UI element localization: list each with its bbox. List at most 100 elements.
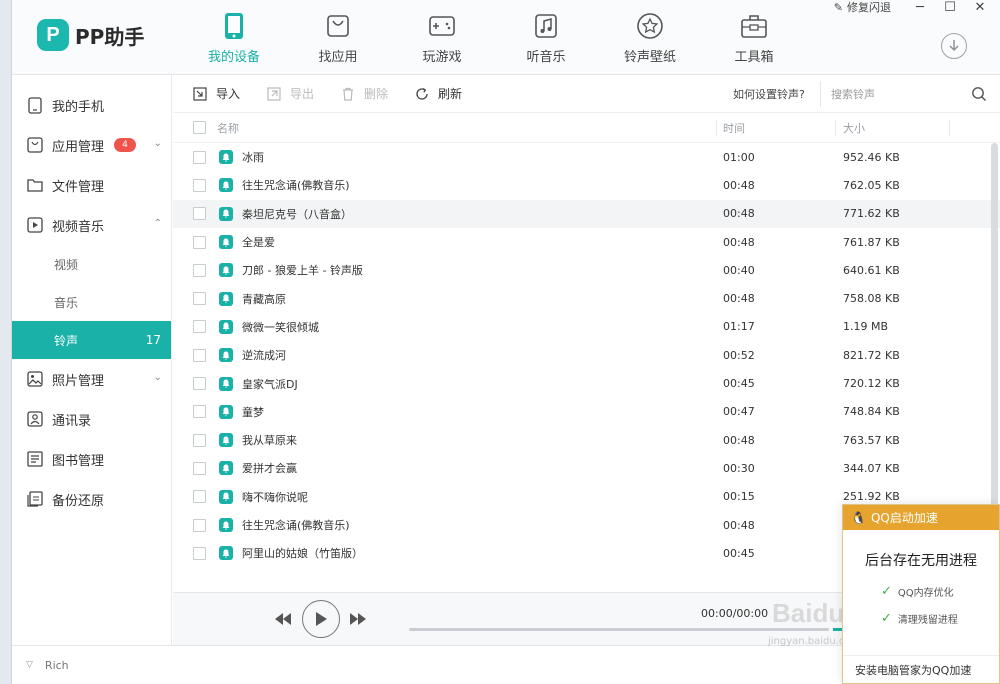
sidebar-item-video-music[interactable]: 视频音乐 ⌃ [12,205,171,245]
bell-icon [219,348,233,363]
table-row[interactable]: 往生咒念诵(佛教音乐) 00:48 762.05 KB [173,171,1000,199]
qq-popup-line-label: 清理残留进程 [897,615,958,626]
ringtone-time: 00:40 [723,263,755,277]
ringtone-size: 1.19 MB [843,320,889,334]
bell-icon [219,178,233,193]
nav-find-apps[interactable]: 找应用 [286,0,390,75]
row-checkbox[interactable] [192,490,206,504]
chevron-down-icon[interactable]: ⌄ [154,138,162,149]
nav-games[interactable]: 玩游戏 [390,0,494,75]
table-row[interactable]: 刀郎 - 狼爱上羊 - 铃声版 00:40 640.61 KB [173,256,1000,284]
sidebar-item-book-management[interactable]: 图书管理 [12,439,171,479]
chevron-down-icon[interactable]: ⌄ [154,372,162,383]
ringtone-time: 00:52 [723,348,755,362]
row-checkbox[interactable] [192,320,206,334]
table-row[interactable]: 微微一笑很倾城 01:17 1.19 MB [173,313,1000,341]
sidebar: 我的手机 应用管理 4 ⌄ 文件管理 视频音乐 ⌃ 视频 音乐 铃声 17 照片… [12,75,172,645]
row-checkbox[interactable] [192,546,206,560]
how-to-set-ringtone-link[interactable]: 如何设置铃声? [733,86,805,102]
nav-toolbox[interactable]: 工具箱 [702,0,806,75]
baidu-watermark: Baidu [772,598,845,628]
bell-icon [219,235,233,250]
column-divider [835,120,836,136]
sidebar-subitem-video[interactable]: 视频 [12,245,171,283]
sidebar-item-label: 照片管理 [52,373,105,389]
row-checkbox[interactable] [192,405,206,419]
table-row[interactable]: 青藏高原 00:48 758.08 KB [173,284,1000,312]
ringtone-name: 微微一笑很倾城 [242,320,319,334]
search-icon[interactable] [971,86,987,105]
sidebar-item-app-management[interactable]: 应用管理 4 ⌄ [12,125,171,165]
sidebar-subitem-label: 音乐 [54,295,79,310]
nav-ringtones-wallpapers[interactable]: 铃声壁纸 [598,0,702,75]
row-checkbox[interactable] [192,235,206,249]
sidebar-subitem-ringtones[interactable]: 铃声 17 [12,321,171,359]
close-button[interactable]: ✕ [965,0,995,15]
table-row[interactable]: 童梦 00:47 748.84 KB [173,398,1000,426]
bell-icon [219,263,233,278]
table-row[interactable]: 全是爱 00:48 761.87 KB [173,228,1000,256]
ringtone-size: 344.07 KB [843,461,900,475]
play-button[interactable] [302,600,340,638]
sidebar-item-backup-restore[interactable]: 备份还原 [12,479,171,519]
table-row[interactable]: 爱拼才会赢 00:30 344.07 KB [173,454,1000,482]
sidebar-item-photo-management[interactable]: 照片管理 ⌄ [12,359,171,399]
table-row[interactable]: 逆流成河 00:52 821.72 KB [173,341,1000,369]
header: P PP助手 我的设备 找应用 玩游戏 听音乐 铃声壁纸 工具箱 ✎ 修复闪退 … [12,0,1000,75]
caret-down-icon[interactable]: ▽ [26,660,33,670]
ringtone-name: 阿里山的姑娘（竹笛版） [242,547,363,561]
row-checkbox[interactable] [192,178,206,192]
sidebar-item-contacts[interactable]: 通讯录 [12,399,171,439]
select-all-checkbox[interactable] [192,121,206,134]
row-checkbox[interactable] [192,433,206,447]
row-checkbox[interactable] [192,461,206,475]
sidebar-subitem-music[interactable]: 音乐 [12,283,171,321]
playback-time: 00:00/00:00 [701,607,769,620]
row-checkbox[interactable] [192,292,206,306]
check-icon: ✓ [881,584,892,599]
table-row[interactable]: 我从草原来 00:48 763.57 KB [173,426,1000,454]
next-track-button[interactable] [348,609,368,629]
play-icon [316,612,327,626]
column-header-time[interactable]: 时间 [715,120,835,136]
row-checkbox[interactable] [192,263,206,277]
search-input[interactable] [831,87,966,101]
nav-music[interactable]: 听音乐 [494,0,598,75]
toolbar: 导入 导出 删除 刷新 如何设置铃声? [173,75,1000,113]
contacts-icon [26,410,44,428]
export-icon [266,86,282,102]
row-checkbox[interactable] [192,348,206,362]
minimize-button[interactable]: ─ [905,0,935,15]
maximize-button[interactable]: ☐ [935,0,965,15]
refresh-icon [414,86,430,102]
download-manager-button[interactable] [941,33,967,59]
row-checkbox[interactable] [192,150,206,164]
column-header-size[interactable]: 大小 [835,120,975,136]
sidebar-item-label: 通讯录 [52,413,92,429]
row-checkbox[interactable] [192,377,206,391]
table-row[interactable]: 秦坦尼克号（八音盒） 00:48 771.62 KB [173,199,1000,228]
export-button[interactable]: 导出 [266,85,314,102]
import-button[interactable]: 导入 [192,85,240,102]
row-checkbox[interactable] [192,207,206,221]
sidebar-item-my-phone[interactable]: 我的手机 [12,85,171,125]
chevron-up-icon[interactable]: ⌃ [154,218,162,229]
column-header-name[interactable]: 名称 [217,120,715,136]
ringtone-name: 对不起您拨打的电话已停机 [242,574,374,575]
bag-icon [323,11,353,41]
refresh-button[interactable]: 刷新 [414,85,462,102]
previous-track-button[interactable] [273,609,293,629]
install-pc-manager-link[interactable]: 安装电脑管家为QQ加速 [843,655,999,683]
delete-button[interactable]: 删除 [340,85,388,102]
row-checkbox[interactable] [192,518,206,532]
sidebar-item-label: 视频音乐 [52,219,105,235]
progress-bar[interactable] [409,628,829,631]
ringtone-time: 00:45 [723,546,755,560]
repair-crash-button[interactable]: ✎ 修复闪退 [834,0,891,15]
nav-my-device[interactable]: 我的设备 [182,0,286,75]
ringtone-time: 00:45 [723,377,755,391]
table-row[interactable]: 皇家气派DJ 00:45 720.12 KB [173,369,1000,397]
sidebar-item-file-management[interactable]: 文件管理 [12,165,171,205]
table-row[interactable]: 冰雨 01:00 952.46 KB [173,143,1000,171]
logo-icon: P [37,19,69,51]
